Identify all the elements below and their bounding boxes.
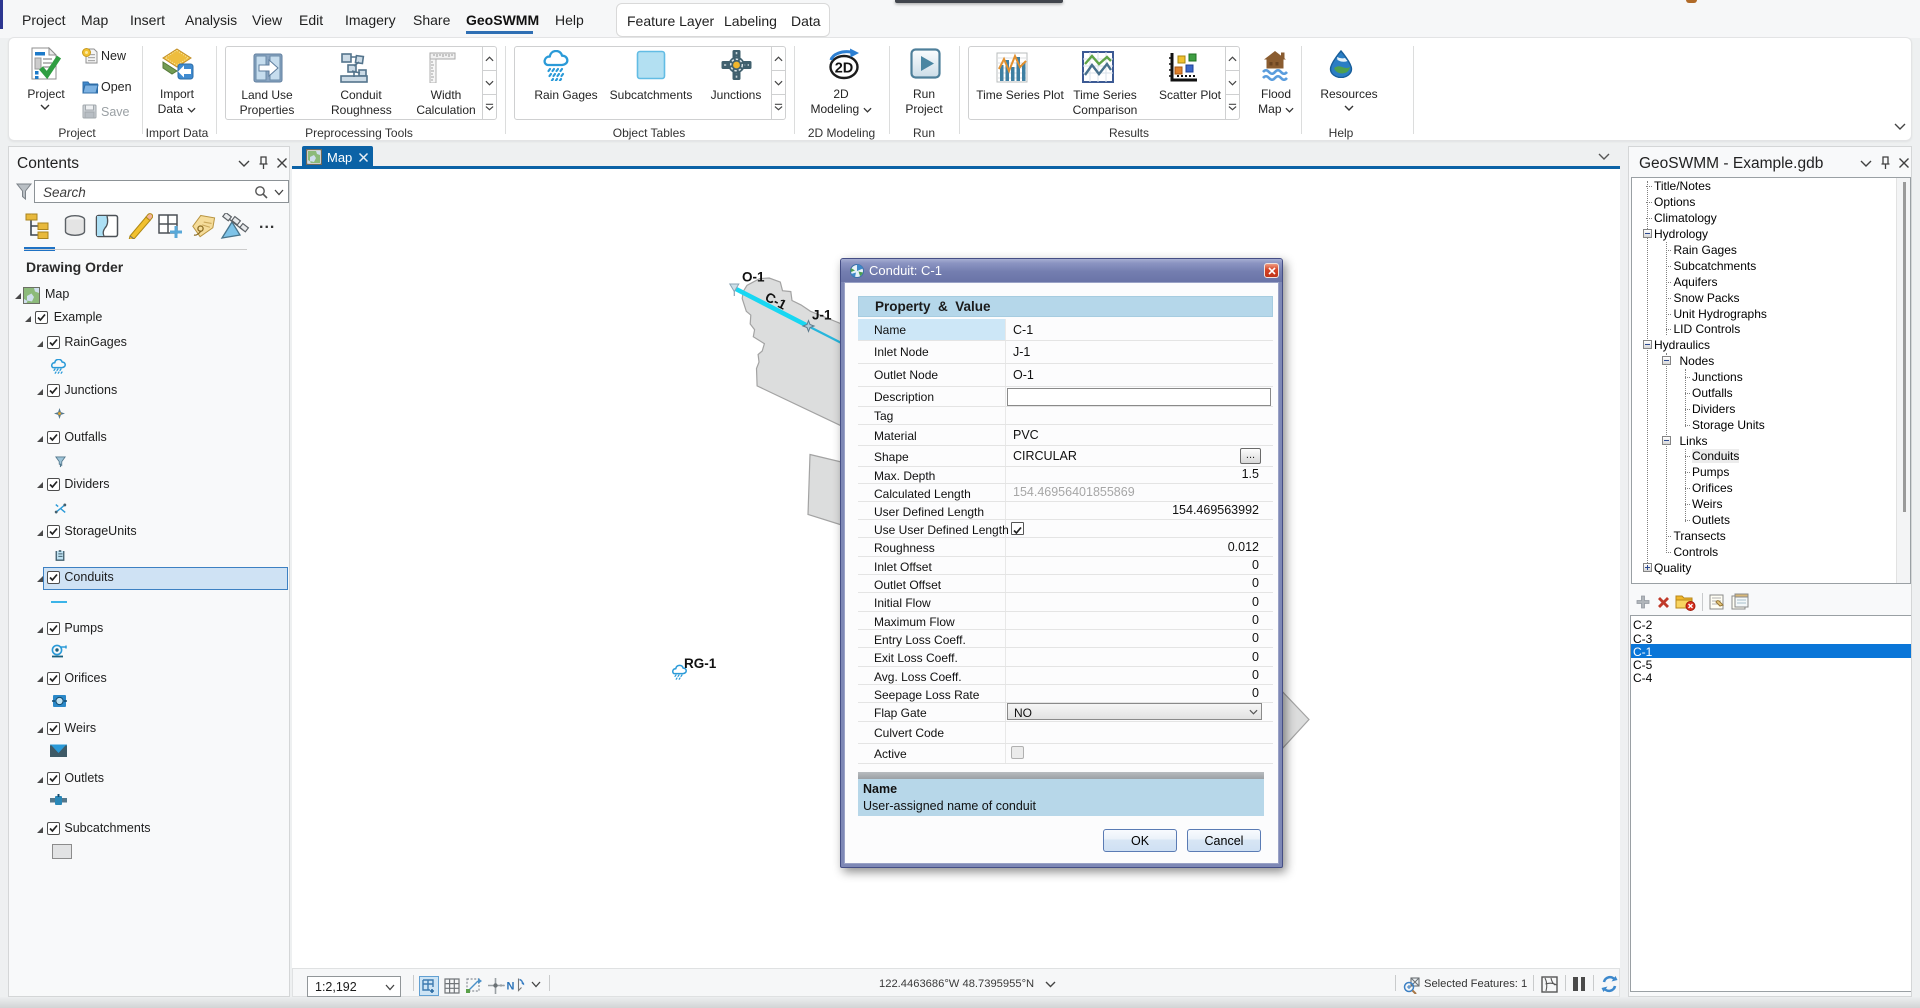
svg-text:N: N xyxy=(507,981,515,993)
svg-text:2D: 2D xyxy=(835,61,854,77)
svg-text:RG-1: RG-1 xyxy=(684,656,717,671)
svg-text:O-1: O-1 xyxy=(742,269,765,284)
svg-text:J-1: J-1 xyxy=(812,307,832,322)
